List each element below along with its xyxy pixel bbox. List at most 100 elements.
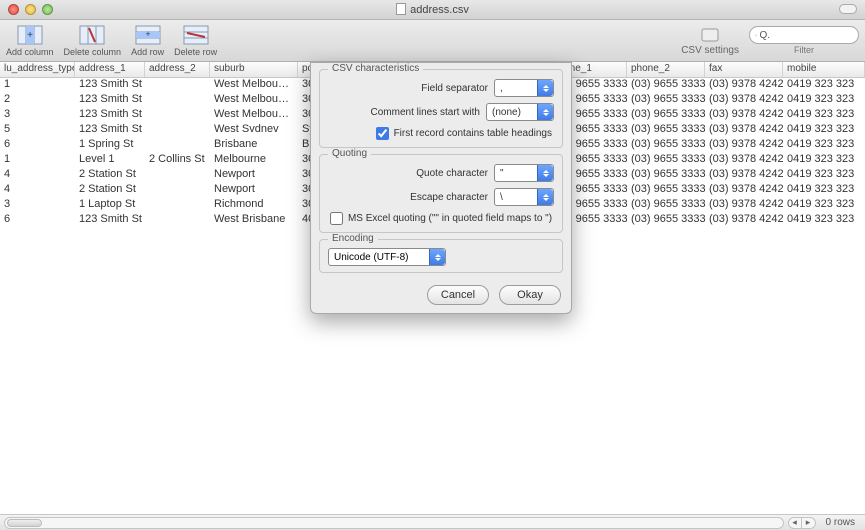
search-input[interactable] xyxy=(773,30,853,41)
toolbar-toggle-button[interactable] xyxy=(839,4,857,14)
scroll-arrows: ◂ ▸ xyxy=(788,517,816,529)
cell: 5 xyxy=(0,123,75,138)
col-address-2[interactable]: address_2 xyxy=(145,62,210,77)
scroll-left-button[interactable]: ◂ xyxy=(788,517,802,529)
cell: (03) 9378 4242 xyxy=(705,168,783,183)
cell: 0419 323 323 xyxy=(783,198,865,213)
add-row-label: Add row xyxy=(131,47,164,57)
cell xyxy=(145,168,210,183)
cell xyxy=(145,108,210,123)
zoom-window-button[interactable] xyxy=(42,4,53,15)
col-fax[interactable]: fax xyxy=(705,62,783,77)
add-column-button[interactable]: + Add column xyxy=(6,24,54,57)
comment-lines-select[interactable]: (none) xyxy=(486,103,554,121)
cell: West Melbou… xyxy=(210,93,298,108)
chevron-updown-icon xyxy=(537,189,553,205)
scroll-thumb[interactable] xyxy=(7,519,42,527)
cell: (03) 9378 4242 xyxy=(705,78,783,93)
cell: (03) 9378 4242 xyxy=(705,198,783,213)
cell: 3 xyxy=(0,198,75,213)
cell: (03) 9655 3333 xyxy=(627,108,705,123)
cell: 0419 323 323 xyxy=(783,93,865,108)
first-record-checkbox[interactable] xyxy=(376,127,389,140)
field-separator-select[interactable]: , xyxy=(494,79,554,97)
cell: 6 xyxy=(0,213,75,228)
cell: (03) 9378 4242 xyxy=(705,183,783,198)
comment-lines-label: Comment lines start with xyxy=(371,107,480,118)
cell: 123 Smith St xyxy=(75,213,145,228)
delete-row-button[interactable]: Delete row xyxy=(174,24,217,57)
delete-column-label: Delete column xyxy=(64,47,122,57)
cell: Newport xyxy=(210,183,298,198)
cell: Richmond xyxy=(210,198,298,213)
okay-button[interactable]: Okay xyxy=(499,285,561,305)
cell: (03) 9378 4242 xyxy=(705,93,783,108)
csv-settings-label: CSV settings xyxy=(681,45,739,56)
cell: 2 xyxy=(0,93,75,108)
cell: (03) 9378 4242 xyxy=(705,138,783,153)
cell: 0419 323 323 xyxy=(783,78,865,93)
cell: (03) 9655 3333 xyxy=(627,213,705,228)
cell: (03) 9655 3333 xyxy=(627,183,705,198)
cell: 2 Collins St xyxy=(145,153,210,168)
cell: 2 Station St xyxy=(75,168,145,183)
document-icon xyxy=(396,3,406,15)
chevron-updown-icon xyxy=(429,249,445,265)
escape-char-select[interactable]: \ xyxy=(494,188,554,206)
cell: 0419 323 323 xyxy=(783,123,865,138)
col-suburb[interactable]: suburb xyxy=(210,62,298,77)
group-legend: CSV characteristics xyxy=(328,63,423,74)
col-phone-2[interactable]: phone_2 xyxy=(627,62,705,77)
field-separator-label: Field separator xyxy=(421,83,488,94)
cell: 0419 323 323 xyxy=(783,138,865,153)
svg-text:+: + xyxy=(145,29,150,39)
cell xyxy=(145,198,210,213)
cell: (03) 9655 3333 xyxy=(627,123,705,138)
scroll-right-button[interactable]: ▸ xyxy=(802,517,816,529)
quote-char-select[interactable]: " xyxy=(494,164,554,182)
cell: 4 xyxy=(0,183,75,198)
first-record-label: First record contains table headings xyxy=(394,128,552,139)
cell: (03) 9655 3333 xyxy=(627,168,705,183)
window-title: address.csv xyxy=(0,3,865,16)
encoding-select[interactable]: Unicode (UTF-8) xyxy=(328,248,446,266)
cell: West Svdnev xyxy=(210,123,298,138)
minimize-window-button[interactable] xyxy=(25,4,36,15)
search-field[interactable]: Q. xyxy=(749,26,859,44)
cell: 123 Smith St xyxy=(75,93,145,108)
cell: 0419 323 323 xyxy=(783,108,865,123)
col-mobile[interactable]: mobile xyxy=(783,62,865,77)
add-row-button[interactable]: + Add row xyxy=(131,24,164,57)
cell: West Brisbane xyxy=(210,213,298,228)
svg-text:+: + xyxy=(27,30,33,41)
col-lu-address-type[interactable]: lu_address_type_i xyxy=(0,62,75,77)
close-window-button[interactable] xyxy=(8,4,19,15)
escape-char-label: Escape character xyxy=(410,192,488,203)
horizontal-scrollbar[interactable] xyxy=(4,517,784,529)
cell: Melbourne xyxy=(210,153,298,168)
cell xyxy=(145,78,210,93)
cell: 1 Spring St xyxy=(75,138,145,153)
cell: 0419 323 323 xyxy=(783,213,865,228)
cell: 1 xyxy=(0,78,75,93)
cell: 4 xyxy=(0,168,75,183)
cancel-button[interactable]: Cancel xyxy=(427,285,489,305)
col-address-1[interactable]: address_1 xyxy=(75,62,145,77)
csv-characteristics-group: CSV characteristics Field separator , Co… xyxy=(319,69,563,148)
cell: West Melbou… xyxy=(210,78,298,93)
cell: Newport xyxy=(210,168,298,183)
csv-settings-button[interactable]: CSV settings xyxy=(681,26,739,56)
delete-column-button[interactable]: Delete column xyxy=(64,24,122,57)
status-text: 0 rows xyxy=(816,517,865,528)
excel-quoting-checkbox[interactable] xyxy=(330,212,343,225)
titlebar: address.csv xyxy=(0,0,865,20)
cell: (03) 9655 3333 xyxy=(627,93,705,108)
cell: 6 xyxy=(0,138,75,153)
add-column-label: Add column xyxy=(6,47,54,57)
cell xyxy=(145,213,210,228)
cell xyxy=(145,183,210,198)
footer: ◂ ▸ 0 rows xyxy=(0,514,865,530)
cell: (03) 9655 3333 xyxy=(627,138,705,153)
chevron-updown-icon xyxy=(537,104,553,120)
cell: 0419 323 323 xyxy=(783,153,865,168)
